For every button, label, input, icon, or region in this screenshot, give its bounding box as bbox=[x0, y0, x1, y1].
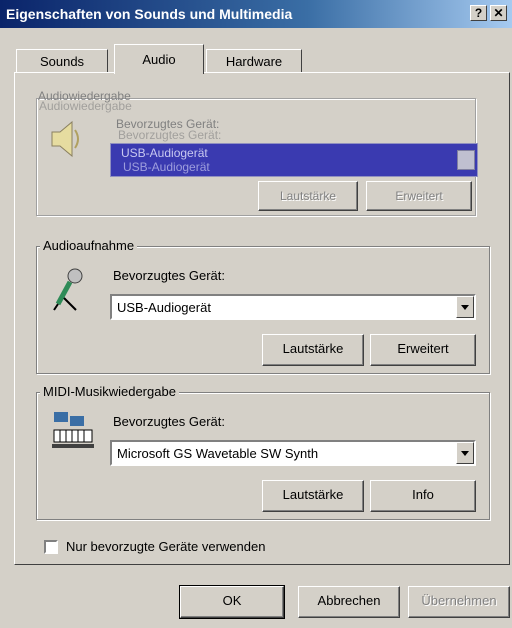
help-button[interactable]: ? bbox=[470, 5, 487, 21]
playback-device-value-echo: USB-Audiogerät bbox=[123, 160, 210, 174]
cancel-button[interactable]: Abbrechen bbox=[298, 586, 400, 618]
recording-device-select[interactable]: USB-Audiogerät bbox=[110, 294, 476, 320]
tab-sounds[interactable]: Sounds bbox=[16, 49, 108, 73]
playback-device-value: USB-Audiogerät bbox=[121, 146, 208, 160]
window-title: Eigenschaften von Sounds und Multimedia bbox=[6, 6, 293, 22]
speaker-icon bbox=[51, 120, 79, 158]
midi-info-button[interactable]: Info bbox=[370, 480, 476, 512]
preferred-only-label: Nur bevorzugte Geräte verwenden bbox=[66, 539, 266, 554]
midi-volume-button[interactable]: Lautstärke bbox=[262, 480, 364, 512]
playback-volume-button[interactable]: Lautstärke bbox=[258, 181, 358, 211]
ok-button[interactable]: OK bbox=[179, 585, 285, 619]
close-button[interactable]: ✕ bbox=[490, 5, 507, 21]
midi-legend: MIDI-Musikwiedergabe bbox=[40, 384, 179, 400]
midi-device-value: Microsoft GS Wavetable SW Synth bbox=[117, 446, 319, 461]
midi-device-label: Bevorzugtes Gerät: bbox=[113, 414, 225, 429]
midi-device-select[interactable]: Microsoft GS Wavetable SW Synth bbox=[110, 440, 476, 466]
preferred-only-checkbox[interactable] bbox=[44, 540, 58, 554]
playback-device-select[interactable]: USB-Audiogerät USB-Audiogerät bbox=[110, 143, 478, 177]
playback-advanced-button[interactable]: Erweitert bbox=[366, 181, 472, 211]
playback-legend-echo: Audiowiedergabe bbox=[39, 99, 132, 113]
recording-device-label: Bevorzugtes Gerät: bbox=[113, 268, 225, 283]
recording-volume-button[interactable]: Lautstärke bbox=[262, 334, 364, 366]
midi-keyboard-icon bbox=[52, 412, 94, 448]
playback-device-label-echo: Bevorzugtes Gerät: bbox=[118, 128, 222, 142]
recording-device-value: USB-Audiogerät bbox=[117, 300, 211, 315]
apply-button[interactable]: Übernehmen bbox=[408, 586, 510, 618]
tab-audio[interactable]: Audio bbox=[114, 44, 204, 74]
tab-hardware[interactable]: Hardware bbox=[206, 49, 302, 73]
recording-dropdown-arrow[interactable] bbox=[456, 296, 474, 318]
recording-advanced-button[interactable]: Erweitert bbox=[370, 334, 476, 366]
title-bar: Eigenschaften von Sounds und Multimedia … bbox=[0, 0, 512, 28]
microphone-icon bbox=[53, 268, 83, 311]
playback-dropdown-arrow[interactable] bbox=[457, 150, 475, 170]
recording-legend: Audioaufnahme bbox=[40, 238, 138, 254]
midi-dropdown-arrow[interactable] bbox=[456, 442, 474, 464]
